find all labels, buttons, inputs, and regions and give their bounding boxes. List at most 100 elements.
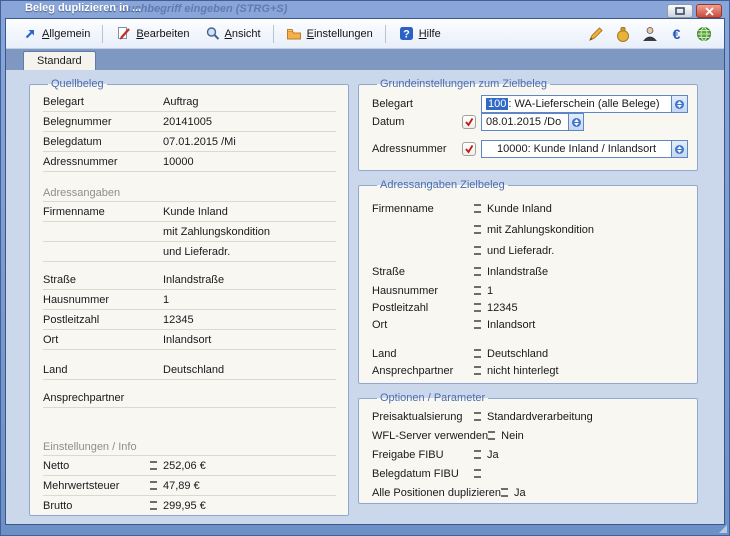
field-label: Belegdatum — [43, 136, 150, 148]
field-label: Mehrwertsteuer — [43, 480, 150, 492]
pencil-icon[interactable] — [587, 25, 604, 42]
combobox-value: 10000: Kunde Inland / Inlandsort — [482, 141, 671, 157]
table-row: und Lieferadr. — [43, 242, 336, 262]
field-value: Inlandstraße — [487, 266, 685, 278]
field-label: Netto — [43, 460, 150, 472]
field-value: 1 — [163, 294, 336, 306]
field-value: 1 — [487, 285, 685, 297]
table-row: WFL-Server verwenden Nein — [372, 426, 685, 445]
groupbox-adressangaben-zielbeleg: Adressangaben Zielbeleg Firmenname Kunde… — [358, 179, 698, 384]
toolbar-separator — [385, 25, 386, 43]
menu-item-einstellungen[interactable]: Einstellungen — [279, 22, 380, 45]
field-value: mit Zahlungskondition — [163, 226, 336, 238]
field-label: Preisaktualsierung — [372, 411, 474, 423]
spinner-button[interactable] — [671, 96, 687, 112]
table-row: Freigabe FIBU Ja — [372, 445, 685, 464]
table-row: Brutto 299,95 € — [43, 496, 336, 516]
field-label: Straße — [43, 274, 150, 286]
groupbox-grundeinstellungen: Grundeinstellungen zum Zielbeleg Belegar… — [358, 78, 698, 171]
datum-input[interactable]: 08.01.2015 /Do — [481, 113, 569, 131]
field-value: Nein — [501, 430, 685, 442]
menu-item-label: Einstellungen — [307, 28, 373, 40]
spinner-icon — [572, 118, 581, 127]
close-icon — [705, 7, 714, 16]
euro-icon[interactable]: € — [668, 25, 685, 42]
money-bag-icon[interactable] — [614, 25, 631, 42]
restore-icon — [675, 7, 685, 15]
field-label: Ort — [372, 319, 474, 331]
groupbox-optionen-parameter: Optionen / Parameter Preisaktualsierung … — [358, 392, 698, 504]
field-value: Auftrag — [163, 96, 336, 108]
field-value: 12345 — [163, 314, 336, 326]
field-label: Postleitzahl — [43, 314, 150, 326]
titlebar: er Suchbegriff eingeben (STRG+S) Beleg d… — [1, 1, 729, 18]
field-label: Land — [372, 348, 474, 360]
table-row: Alle Positionen duplizieren Ja — [372, 483, 685, 502]
equals-icon — [474, 450, 481, 459]
adressnummer-checkbox[interactable] — [462, 142, 476, 156]
table-row: Belegnummer 20141005 — [43, 112, 336, 132]
arrow-up-right-icon — [21, 25, 38, 42]
field-value: Kunde Inland — [163, 206, 336, 218]
spinner-icon — [675, 145, 684, 154]
menu-item-ansicht[interactable]: Ansicht — [197, 22, 268, 45]
field-label: Firmenname — [43, 206, 150, 218]
table-row: Ort Inlandsort — [372, 316, 685, 333]
equals-icon — [474, 267, 481, 276]
table-row: Land Deutschland — [372, 345, 685, 362]
section-header-einstellungen-info: Einstellungen / Info — [43, 434, 336, 456]
field-value: Inlandsort — [487, 319, 685, 331]
equals-icon — [488, 431, 495, 440]
check-icon — [464, 144, 474, 154]
tab-standard[interactable]: Standard — [23, 51, 96, 70]
toolbar-separator — [102, 25, 103, 43]
table-row: Hausnummer 1 — [43, 290, 336, 310]
menu-item-allgemein[interactable]: Allgemein — [14, 22, 97, 45]
datum-checkbox[interactable] — [462, 115, 476, 129]
field-value: Deutschland — [487, 348, 685, 360]
table-row: Belegart Auftrag — [43, 92, 336, 112]
field-label: Belegdatum FIBU — [372, 468, 474, 480]
menu-item-label: Ansicht — [225, 28, 261, 40]
adressnummer-combobox[interactable]: 10000: Kunde Inland / Inlandsort — [481, 140, 688, 158]
tab-strip: Standard — [6, 49, 724, 70]
menu-item-hilfe[interactable]: ? Hilfe — [391, 22, 448, 45]
window-body: Allgemein Bearbeiten Ansicht Eins — [5, 18, 725, 525]
window-title: Beleg duplizieren in ... — [25, 2, 141, 14]
field-value: und Lieferadr. — [163, 246, 336, 258]
combo-selection: 100 — [486, 98, 508, 110]
spinner-button[interactable] — [569, 113, 584, 131]
globe-icon[interactable] — [695, 25, 712, 42]
equals-icon — [474, 320, 481, 329]
spinner-button[interactable] — [671, 141, 687, 157]
equals-icon — [474, 412, 481, 421]
field-value: 20141005 — [163, 116, 336, 128]
field-value: Ja — [487, 449, 685, 461]
resize-grip[interactable] — [719, 525, 727, 533]
help-icon: ? — [398, 25, 415, 42]
field-label: Datum — [372, 116, 462, 128]
toolbar-separator — [273, 25, 274, 43]
table-row: Postleitzahl 12345 — [43, 310, 336, 330]
equals-icon — [474, 204, 481, 213]
menu-item-bearbeiten[interactable]: Bearbeiten — [108, 22, 196, 45]
field-label: Land — [43, 364, 150, 376]
restore-button[interactable] — [667, 4, 693, 18]
field-value: 07.01.2015 /Mi — [163, 136, 336, 148]
belegart-combobox[interactable]: 100 : WA-Lieferschein (alle Belege) — [481, 95, 688, 113]
field-label: Firmenname — [372, 203, 474, 215]
table-row: Postleitzahl 12345 — [372, 299, 685, 316]
combobox-value: 100 : WA-Lieferschein (alle Belege) — [482, 96, 671, 112]
field-label: Adressnummer — [372, 143, 462, 155]
table-row: Straße Inlandstraße — [372, 261, 685, 282]
table-row: Firmenname Kunde Inland — [372, 198, 685, 219]
table-row: Mehrwertsteuer 47,89 € — [43, 476, 336, 496]
content-area: Quellbeleg Belegart Auftrag Belegnummer … — [6, 70, 724, 524]
field-label: Alle Positionen duplizieren — [372, 487, 501, 499]
spacer — [43, 408, 336, 434]
field-label: Straße — [372, 266, 474, 278]
person-icon[interactable] — [641, 25, 658, 42]
field-label: Adressnummer — [43, 156, 150, 168]
close-button[interactable] — [696, 4, 722, 18]
field-label: Hausnummer — [372, 285, 474, 297]
